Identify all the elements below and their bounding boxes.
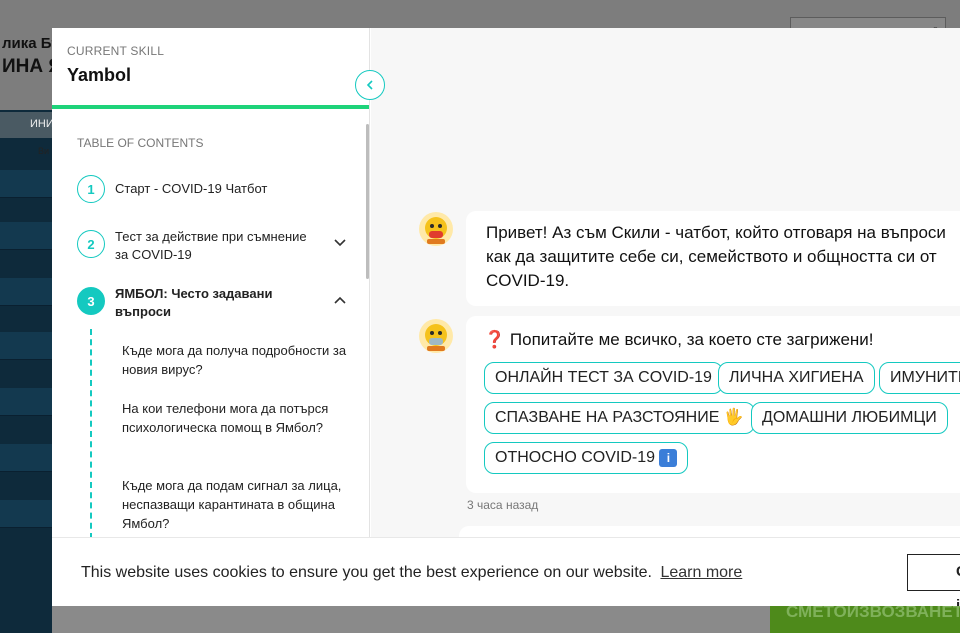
bot-message-greeting: Привет! Аз съм Скили - чатбот, който отг… (466, 211, 960, 306)
chevron-left-icon (366, 80, 373, 90)
chip-label: СПАЗВАНЕ НА РАЗСТОЯНИЕ (495, 409, 720, 426)
toc-item-start[interactable]: 1 Старт - COVID-19 Чатбот (77, 175, 347, 203)
chevron-up-icon[interactable] (333, 293, 347, 307)
sidebar-scrollbar[interactable] (366, 124, 369, 279)
chip-label: ДОМАШНИ ЛЮБИМЦИ (762, 409, 937, 426)
skill-sidebar: CURRENT SKILL Yambol TABLE OF CONTENTS 1… (52, 28, 370, 537)
toc-item-test[interactable]: 2 Тест за действие при съмнение за COVID… (77, 228, 347, 264)
message-text: Попитайте ме всичко, за което сте загриж… (509, 330, 874, 349)
info-icon: i (659, 449, 678, 467)
chip-pets[interactable]: ДОМАШНИ ЛЮБИМЦИ (751, 402, 948, 434)
hand-icon: 🖐 (723, 409, 744, 426)
skill-progress-line (52, 105, 369, 109)
message-line: ❓ Попитайте ме всичко, за което сте загр… (484, 328, 960, 352)
bot-avatar-icon (419, 212, 453, 246)
background-strip2-text: Ви (38, 146, 50, 156)
cookie-accept-button[interactable]: Got it! (907, 554, 960, 606)
message-line: COVID-19. (486, 271, 570, 290)
background-nav-row (0, 278, 52, 306)
background-nav-row (0, 500, 52, 528)
toc-number: 3 (77, 287, 105, 315)
learn-more-link[interactable]: Learn more (660, 564, 742, 581)
background-nav-row (0, 170, 52, 198)
chip-label: ОНЛАЙН ТЕСТ ЗА COVID-19 (495, 369, 712, 386)
cookie-text: This website uses cookies to ensure you … (81, 564, 652, 581)
chip-about-covid[interactable]: ОТНОСНО COVID-19 i (484, 442, 689, 474)
chip-immunity[interactable]: ИМУНИТЕТ (879, 362, 960, 394)
question-mark-icon: ❓ (484, 330, 506, 349)
toc-number: 1 (77, 175, 105, 203)
background-nav-row (0, 388, 52, 416)
toc-number: 2 (77, 230, 105, 258)
background-nav-row (0, 332, 52, 360)
chip-hygiene[interactable]: ЛИЧНА ХИГИЕНА (718, 362, 875, 394)
background-left-nav (0, 110, 52, 633)
background-nav-row (0, 222, 52, 250)
toc-subitem-connector (90, 329, 92, 537)
chevron-down-icon[interactable] (333, 236, 347, 250)
toc-item-label: Тест за действие при съмнение за COVID-1… (115, 229, 307, 262)
message-line: Привет! Аз съм Скили - чатбот, който отг… (486, 223, 946, 242)
toc-item-faq[interactable]: 3 ЯМБОЛ: Често задавани въпроси (77, 285, 347, 321)
chip-online-test[interactable]: ОНЛАЙН ТЕСТ ЗА COVID-19 (484, 362, 723, 394)
toc-subitem[interactable]: Къде мога да подам сигнал за лица, неспа… (122, 476, 347, 533)
current-skill-name: Yambol (67, 65, 132, 85)
cookie-banner: This website uses cookies to ensure you … (52, 537, 960, 606)
chip-label: ИМУНИТЕТ (890, 369, 960, 386)
toc-label: TABLE OF CONTENTS (77, 136, 204, 150)
toc-subitem[interactable]: На кои телефони мога да потърся психолог… (122, 399, 347, 437)
cookie-message: This website uses cookies to ensure you … (81, 564, 742, 582)
chip-label: ЛИЧНА ХИГИЕНА (729, 369, 864, 386)
background-nav-row (0, 444, 52, 472)
toc-subitem[interactable]: Къде мога да получа подробности за новия… (122, 341, 347, 379)
bot-message-options: ❓ Попитайте ме всичко, за което сте загр… (466, 316, 960, 493)
message-line: как да защитите себе си, семейството и о… (486, 247, 937, 266)
chip-label: ОТНОСНО COVID-19 (495, 449, 656, 466)
background-strip-text: ИНИ (30, 118, 54, 130)
message-timestamp: 3 часа назад (467, 498, 539, 512)
quick-reply-chips: ОНЛАЙН ТЕСТ ЗА COVID-19 ЛИЧНА ХИГИЕНА ИМ… (484, 362, 960, 482)
current-skill-label: CURRENT SKILL (67, 44, 165, 58)
collapse-sidebar-button[interactable] (355, 70, 385, 100)
toc-item-label: ЯМБОЛ: Често задавани въпроси (115, 286, 273, 319)
chip-distancing[interactable]: СПАЗВАНЕ НА РАЗСТОЯНИЕ 🖐 (484, 402, 755, 434)
toc-item-label: Старт - COVID-19 Чатбот (115, 181, 268, 196)
chatbot-modal: CURRENT SKILL Yambol TABLE OF CONTENTS 1… (52, 28, 960, 606)
bot-avatar-icon (419, 319, 453, 353)
chat-area: Привет! Аз съм Скили - чатбот, който отг… (371, 28, 960, 546)
